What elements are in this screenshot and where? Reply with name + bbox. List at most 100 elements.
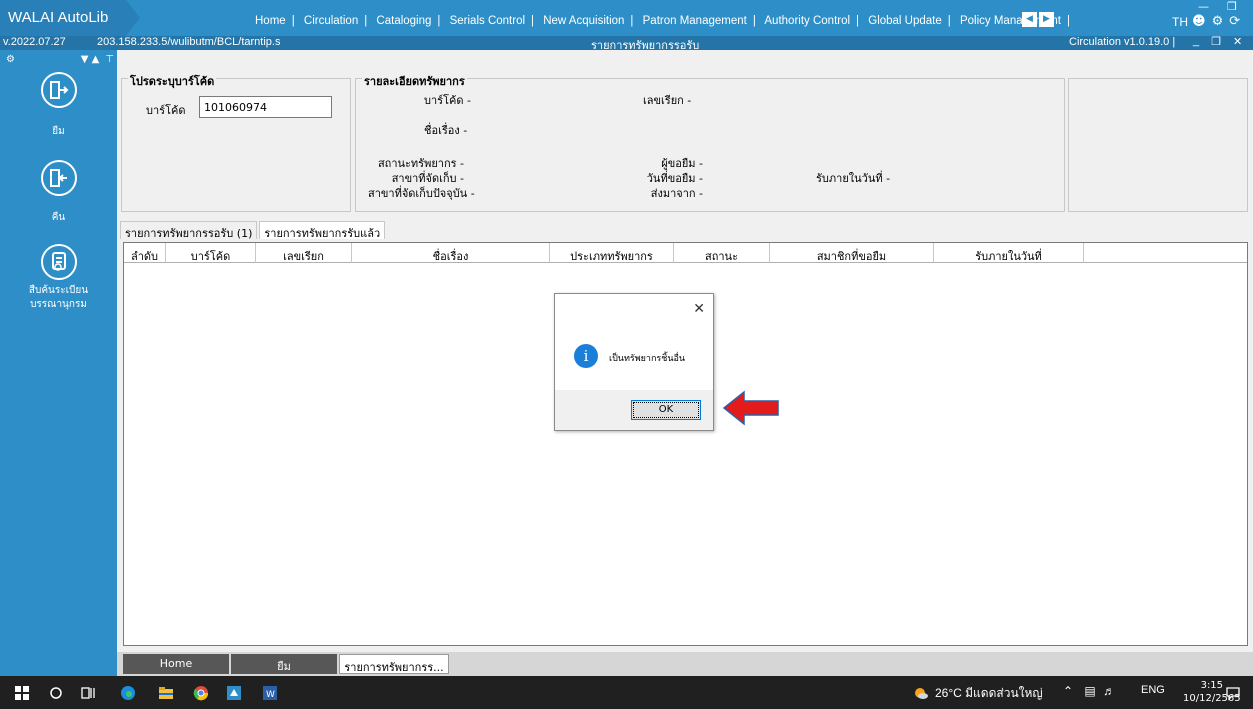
nav-circulation[interactable]: Circulation (304, 15, 358, 27)
col-no[interactable]: ลำดับ (124, 243, 166, 263)
nav-left-arrow-icon[interactable]: ◀ (1022, 12, 1037, 27)
main-nav: Home | Circulation | Cataloging | Serials C… (255, 15, 1070, 27)
nav-scroll-arrows: ◀ ▶ (1022, 12, 1054, 27)
nav-home[interactable]: Home (255, 15, 286, 27)
barcode-label: บาร์โค้ด (146, 104, 186, 117)
sidebar-item-search-bib[interactable]: สืบค้นระเบียน บรรณานุกรม (0, 244, 117, 312)
sidebar-toolbar: ⚙ ▼ ▲ ⊤ (6, 54, 114, 65)
volume-icon[interactable]: ♬ (1103, 684, 1115, 698)
sidebar-gear-icon[interactable]: ⚙ (6, 54, 15, 65)
sidebar-item-label: สืบค้นระเบียน บรรณานุกรม (28, 285, 89, 310)
bottom-tab-home[interactable]: Home (123, 654, 229, 674)
red-arrow-annotation (722, 390, 779, 426)
detail-barcode: บาร์โค้ด - (424, 94, 471, 107)
dialog-close-icon[interactable]: ✕ (693, 301, 705, 317)
app-brand: WALAI AutoLib (0, 0, 126, 36)
detail-panel: รายละเอียดทรัพยากร บาร์โค้ด - เลขเรียก -… (355, 72, 1065, 212)
detail-call-no: เลขเรียก - (643, 94, 692, 107)
return-icon (40, 160, 77, 196)
path-label: 203.158.233.5/wulibutm/BCL/tarntip.s (97, 36, 281, 48)
tray-icons: ⌃ ▤ ♬ (1063, 684, 1115, 698)
tab-received[interactable]: รายการทรัพยากรรับแล้ว (259, 221, 386, 240)
input-language[interactable]: ENG (1141, 684, 1165, 696)
language-toggle[interactable]: TH (1172, 15, 1188, 29)
col-pickup-by[interactable]: รับภายในวันที่ (934, 243, 1084, 263)
barcode-panel: โปรดระบุบาร์โค้ด บาร์โค้ด (121, 72, 351, 212)
dialog-footer: OK (555, 390, 713, 430)
tab-pending[interactable]: รายการทรัพยากรรอรับ (1) (120, 221, 258, 240)
barcode-panel-title: โปรดระบุบาร์โค้ด (128, 72, 217, 90)
tab-bar: รายการทรัพยากรรอรับ (1) รายการทรัพยากรรั… (120, 221, 387, 240)
brand-arrow (126, 0, 140, 36)
nav-patron-management[interactable]: Patron Management (643, 15, 747, 27)
nav-global-update[interactable]: Global Update (868, 15, 942, 27)
col-borrower[interactable]: สมาชิกที่ขอยืม (770, 243, 934, 263)
windows-start-icon[interactable] (14, 685, 30, 701)
nav-cataloging[interactable]: Cataloging (376, 15, 431, 27)
nav-serials-control[interactable]: Serials Control (450, 15, 525, 27)
restore-icon[interactable]: ❐ (1227, 0, 1237, 13)
col-status[interactable]: สถานะ (674, 243, 770, 263)
detail-panel-title: รายละเอียดทรัพยากร (362, 72, 467, 90)
version-label: v.2022.07.27 (3, 36, 66, 48)
ok-button-label: OK (633, 402, 699, 418)
bottom-tab-bar: Home ยืม รายการทรัพยากรร... (117, 652, 1253, 676)
grid-header: ลำดับ บาร์โค้ด เลขเรียก ชื่อเรื่อง ประเภ… (124, 243, 1247, 263)
module-label: Circulation v1.0.19.0 | (1069, 36, 1176, 48)
svg-text:W: W (266, 690, 275, 700)
info-bar: v.2022.07.27 203.158.233.5/wulibutm/BCL/… (0, 35, 1253, 52)
weather-sun-icon (915, 688, 928, 699)
weather-text[interactable]: 26°C มีแดดส่วนใหญ่ (935, 684, 1043, 703)
sidebar-item-return[interactable]: คืน (0, 160, 117, 225)
nav-new-acquisition[interactable]: New Acquisition (543, 15, 624, 27)
gear-icon[interactable]: ⚙ (1212, 14, 1224, 29)
detail-title: ชื่อเรื่อง - (424, 124, 468, 137)
chevron-up-icon[interactable]: ⌃ (1063, 684, 1073, 698)
sidebar-item-borrow[interactable]: ยืม (0, 72, 117, 139)
sub-close-icon[interactable]: ✕ (1233, 35, 1242, 48)
detail-pickup-by: รับภายในวันที่ - (816, 172, 891, 185)
sidebar: ⚙ ▼ ▲ ⊤ ยืม คืน สืบค้นระเบียน บรรณานุกรม (0, 50, 117, 676)
network-icon[interactable]: ▤ (1084, 684, 1095, 698)
ok-button[interactable]: OK (631, 400, 701, 420)
bottom-tab-borrow[interactable]: ยืม (231, 654, 337, 674)
windows-taskbar: W 26°C มีแดดส่วนใหญ่ ⌃ ▤ ♬ ENG 3:15 10/1… (0, 676, 1253, 709)
top-nav-bar: WALAI AutoLib Home | Circulation | Catalog… (0, 0, 1253, 36)
sub-minimize-icon[interactable]: _ (1193, 35, 1199, 48)
top-icons: ☻ ⚙ ⟳ (1192, 14, 1240, 29)
search-record-icon (40, 244, 77, 280)
col-call-no[interactable]: เลขเรียก (256, 243, 352, 263)
sidebar-item-label: คืน (51, 212, 66, 223)
detail-sent-from: ส่งมาจาก - (650, 187, 703, 200)
borrow-icon (40, 72, 77, 108)
search-icon[interactable] (48, 685, 64, 701)
task-view-icon[interactable] (80, 685, 96, 701)
edge-browser-icon[interactable] (120, 685, 136, 701)
notification-icon[interactable] (1225, 685, 1241, 701)
dialog-message: เป็นทรัพยากรชิ้นอื่น (609, 354, 686, 364)
sidebar-pin-icon[interactable]: ⊤ (105, 54, 114, 65)
window-controls: — ❐ ✕ (1198, 0, 1253, 13)
sidebar-collapse-icon[interactable]: ▼ ▲ (81, 54, 100, 65)
barcode-input[interactable] (199, 96, 332, 118)
sidebar-item-label: ยืม (52, 126, 65, 137)
col-resource-type[interactable]: ประเภททรัพยากร (550, 243, 674, 263)
autolib-app-icon[interactable] (226, 685, 242, 701)
message-dialog: ✕ i เป็นทรัพยากรชิ้นอื่น OK (554, 293, 714, 431)
col-barcode[interactable]: บาร์โค้ด (166, 243, 256, 263)
nav-right-arrow-icon[interactable]: ▶ (1039, 12, 1054, 27)
minimize-icon[interactable]: — (1198, 0, 1209, 13)
bottom-tab-pending[interactable]: รายการทรัพยากรร... (339, 654, 449, 674)
user-icon[interactable]: ☻ (1192, 14, 1206, 29)
file-explorer-icon[interactable] (158, 685, 174, 701)
sub-window-controls: _ ❐ ✕ (1193, 35, 1242, 48)
sub-restore-icon[interactable]: ❐ (1211, 35, 1221, 48)
extra-panel (1068, 78, 1248, 212)
chrome-icon[interactable] (193, 685, 209, 701)
col-title[interactable]: ชื่อเรื่อง (352, 243, 550, 263)
refresh-icon[interactable]: ⟳ (1229, 14, 1240, 29)
detail-current-branch: สาขาที่จัดเก็บปัจจุบัน - (368, 187, 475, 200)
info-icon: i (574, 344, 598, 368)
word-icon[interactable]: W (262, 685, 278, 701)
nav-authority-control[interactable]: Authority Control (764, 15, 850, 27)
